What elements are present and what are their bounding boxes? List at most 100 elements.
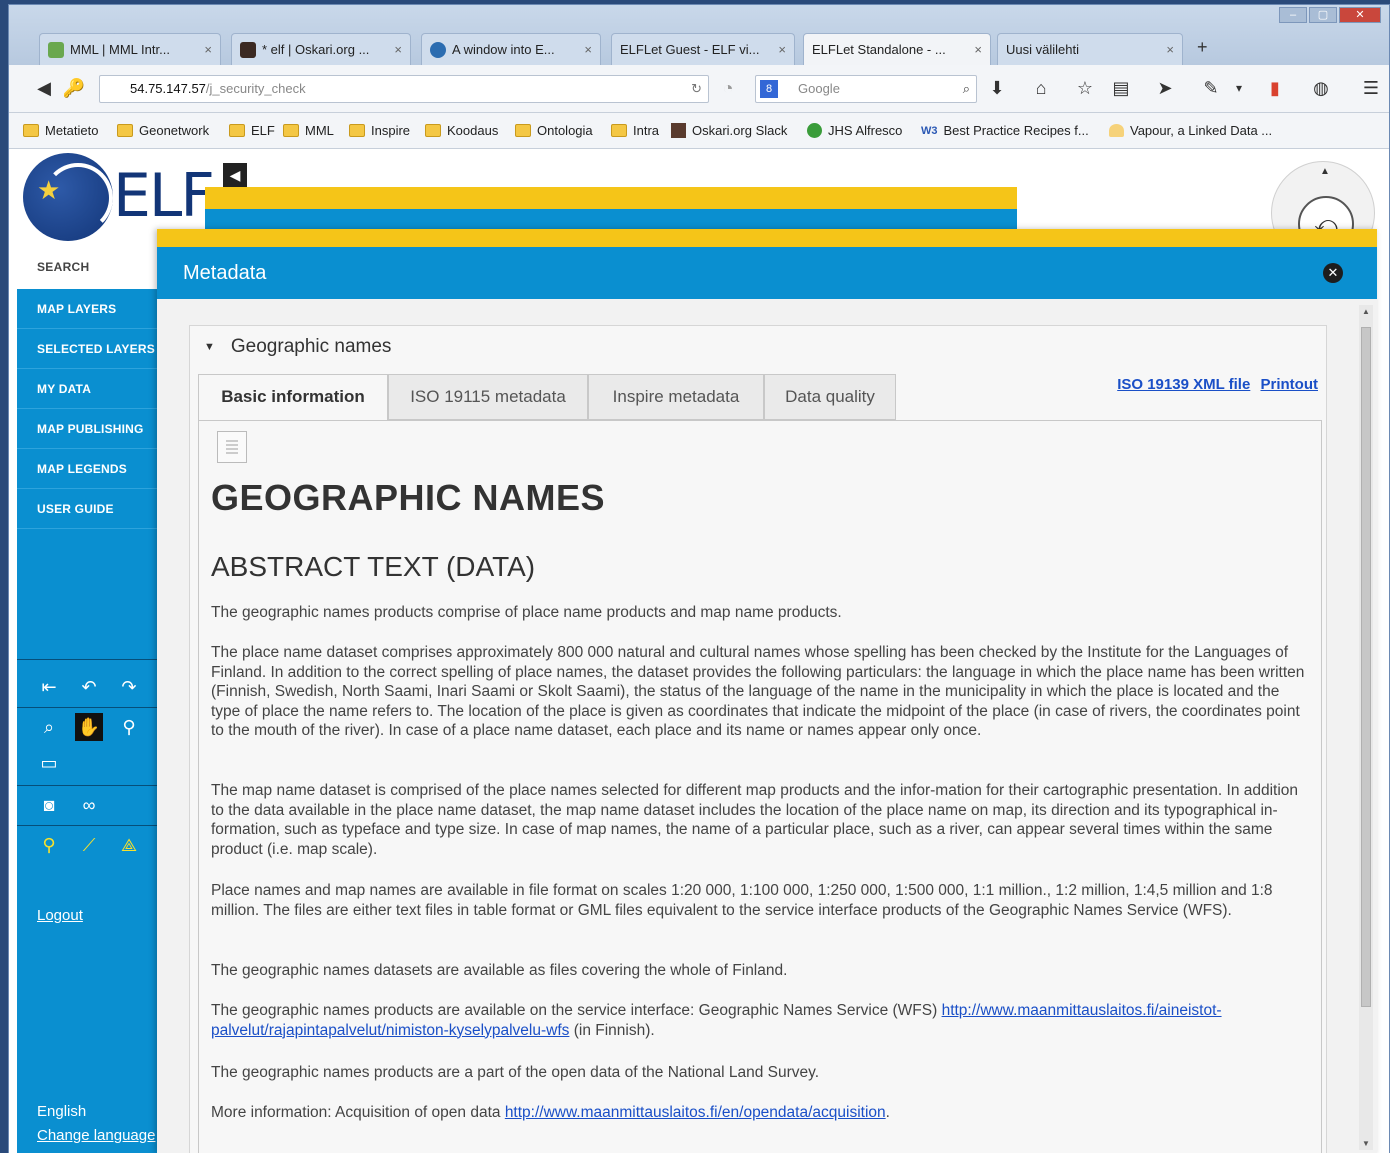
- pan-up-icon[interactable]: ▲: [1320, 166, 1330, 177]
- window-close-button[interactable]: ✕: [1339, 7, 1381, 23]
- bookmark-item[interactable]: Vapour, a Linked Data ...: [1109, 123, 1272, 138]
- add-point-icon[interactable]: ⚲: [35, 831, 63, 859]
- measure-area-icon[interactable]: ▭: [35, 749, 63, 777]
- search-input[interactable]: 8 Google ⌕: [755, 75, 977, 103]
- tab-close-icon[interactable]: ×: [974, 42, 982, 57]
- folder-icon: [425, 124, 441, 137]
- menu-icon[interactable]: ☰: [1359, 75, 1383, 101]
- bookmark-item[interactable]: JHS Alfresco: [807, 123, 902, 138]
- more-info-link[interactable]: http://www.maanmittauslaitos.fi/en/opend…: [505, 1104, 886, 1121]
- bookmark-label: Best Practice Recipes f...: [943, 123, 1089, 138]
- key-icon[interactable]: 🔑: [61, 75, 87, 101]
- add-line-icon[interactable]: ⟋: [75, 831, 103, 859]
- collapse-panel-button[interactable]: ◀: [223, 163, 247, 187]
- browser-tab[interactable]: Uusi välilehti ×: [997, 33, 1183, 65]
- new-tab-button[interactable]: +: [1197, 37, 1208, 58]
- bookmark-label: MML: [305, 123, 334, 138]
- bookmark-item[interactable]: Intra: [611, 123, 659, 138]
- sidebar-item-selected-layers[interactable]: SELECTED LAYERS: [17, 329, 165, 369]
- browser-tab[interactable]: A window into E... ×: [421, 33, 601, 65]
- tab-data-quality[interactable]: Data quality: [764, 374, 896, 420]
- tab-label: A window into E...: [452, 42, 555, 57]
- tab-close-icon[interactable]: ×: [204, 42, 212, 57]
- link-icon[interactable]: ∞: [75, 791, 103, 819]
- bookmark-item[interactable]: Ontologia: [515, 123, 593, 138]
- bookmark-item[interactable]: Oskari.org Slack: [671, 123, 787, 138]
- tab-close-icon[interactable]: ×: [778, 42, 786, 57]
- scrollbar-thumb[interactable]: [1361, 327, 1371, 1007]
- url-bar[interactable]: 54.75.147.57/j_security_check ↻: [99, 75, 709, 103]
- scroll-up-icon[interactable]: ▲: [1359, 307, 1373, 316]
- reset-view-tool-icon[interactable]: ⇤: [35, 673, 63, 701]
- extension-icon[interactable]: ✎: [1199, 75, 1223, 101]
- sidebar-item-map-legends[interactable]: MAP LEGENDS: [17, 449, 165, 489]
- map-tools: ⌕ ✋ ⚲: [35, 713, 143, 741]
- browser-tab-active[interactable]: ELFLet Standalone - ... ×: [803, 33, 991, 65]
- minimize-button[interactable]: –: [1279, 7, 1307, 23]
- undo-icon[interactable]: ↶: [75, 673, 103, 701]
- sidebar-item-search[interactable]: SEARCH: [17, 245, 165, 289]
- flyout-stripe: [157, 229, 1377, 247]
- tab-close-icon[interactable]: ×: [1166, 42, 1174, 57]
- share-tools: ◙ ∞: [35, 791, 103, 819]
- folder-icon: [117, 124, 133, 137]
- tab-inspire-metadata[interactable]: Inspire metadata: [588, 374, 764, 420]
- bookmark-item[interactable]: Geonetwork: [117, 123, 209, 138]
- more-info-paragraph: More information: Acquisition of open da…: [211, 1103, 1311, 1123]
- iso-xml-link[interactable]: ISO 19139 XML file: [1117, 376, 1250, 393]
- dropdown-arrow-icon[interactable]: ▾: [1227, 75, 1251, 101]
- phone-icon[interactable]: ▮: [1263, 75, 1287, 101]
- zoom-box-icon[interactable]: ⌕: [35, 713, 63, 741]
- marker-icon[interactable]: ⚲: [115, 713, 143, 741]
- sidebar-item-user-guide[interactable]: USER GUIDE: [17, 489, 165, 529]
- scroll-down-icon[interactable]: ▼: [1359, 1139, 1373, 1148]
- tab-iso-19115-metadata[interactable]: ISO 19115 metadata: [388, 374, 588, 420]
- logout-link[interactable]: Logout: [37, 907, 83, 924]
- sidebar-item-map-layers[interactable]: MAP LAYERS: [17, 289, 165, 329]
- maximize-button[interactable]: ▢: [1309, 7, 1337, 23]
- sidebar-item-map-publishing[interactable]: MAP PUBLISHING: [17, 409, 165, 449]
- language-label: English: [37, 1103, 87, 1120]
- service-suffix: (in Finnish).: [569, 1021, 655, 1039]
- close-icon[interactable]: ✕: [1323, 263, 1343, 283]
- sidebar-item-my-data[interactable]: MY DATA: [17, 369, 165, 409]
- add-area-icon[interactable]: ⟁: [115, 831, 143, 859]
- pan-hand-icon[interactable]: ✋: [75, 713, 103, 741]
- bookmark-label: Koodaus: [447, 123, 499, 138]
- abstract-paragraph: The geographic names datasets are availa…: [211, 962, 788, 979]
- tab-basic-information[interactable]: Basic information: [198, 374, 388, 420]
- tab-close-icon[interactable]: ×: [394, 42, 402, 57]
- bookmark-label: Metatieto: [45, 123, 99, 138]
- rss-icon[interactable]: ◔: [715, 75, 741, 101]
- bookmark-star-icon[interactable]: ☆: [1073, 75, 1097, 101]
- send-icon[interactable]: ➤: [1153, 75, 1177, 101]
- redo-icon[interactable]: ↷: [115, 673, 143, 701]
- bookmark-item[interactable]: Koodaus: [425, 123, 498, 138]
- back-arrow-icon[interactable]: ◀: [31, 75, 57, 101]
- download-icon[interactable]: ⬇: [985, 75, 1009, 101]
- divider: [17, 707, 165, 708]
- accordion-header[interactable]: ▼ Geographic names: [204, 336, 391, 358]
- chat-icon[interactable]: ◍: [1309, 75, 1333, 101]
- bookmark-item[interactable]: MML: [283, 123, 334, 138]
- browser-tab[interactable]: * elf | Oskari.org ... ×: [231, 33, 411, 65]
- collapse-triangle-icon[interactable]: ▼: [204, 341, 215, 353]
- scrollbar[interactable]: ▲ ▼: [1359, 305, 1373, 1150]
- tab-close-icon[interactable]: ×: [584, 42, 592, 57]
- clipboard-icon[interactable]: ▤: [1109, 75, 1133, 101]
- printout-link[interactable]: Printout: [1261, 376, 1319, 393]
- bookmark-label: Inspire: [371, 123, 411, 138]
- bookmark-item[interactable]: W3 Best Practice Recipes f...: [921, 123, 1089, 138]
- bookmark-item[interactable]: ELF: [229, 123, 275, 138]
- search-engine-icon[interactable]: 8: [760, 80, 778, 98]
- bookmark-item[interactable]: Metatieto: [23, 123, 98, 138]
- camera-icon[interactable]: ◙: [35, 791, 63, 819]
- browser-tab[interactable]: ELFLet Guest - ELF vi... ×: [611, 33, 795, 65]
- browser-tab[interactable]: MML | MML Intr... ×: [39, 33, 221, 65]
- home-icon[interactable]: ⌂: [1029, 75, 1053, 101]
- change-language-link[interactable]: Change language: [37, 1127, 155, 1144]
- bookmark-item[interactable]: Inspire: [349, 123, 410, 138]
- reload-icon[interactable]: ↻: [691, 76, 702, 102]
- magnifier-icon[interactable]: ⌕: [963, 76, 970, 102]
- search-placeholder: Google: [798, 81, 840, 96]
